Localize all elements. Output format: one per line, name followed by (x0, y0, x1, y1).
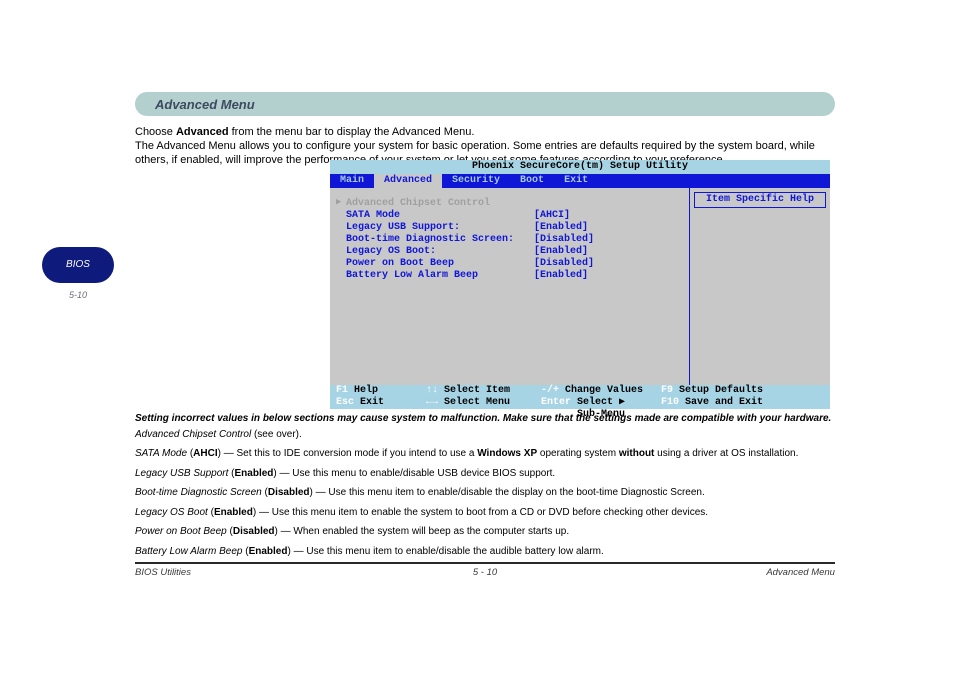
note-line: SATA Mode (AHCI) — Set this to IDE conve… (135, 447, 835, 461)
bios-screenshot: Phoenix SecureCore(tm) Setup Utility Mai… (330, 160, 830, 409)
side-badge: BIOS (42, 247, 114, 283)
section-header: Advanced Menu (155, 97, 255, 112)
bios-option-value: [AHCI] (534, 210, 681, 221)
note-line: Power on Boot Beep (Disabled) — When ena… (135, 525, 835, 539)
bios-footer-key: ↑↓Select Item (420, 385, 535, 397)
bios-options-panel: ▶ Advanced Chipset ControlSATA Mode[AHCI… (330, 188, 690, 385)
bios-footer-key: F10Save and Exit (655, 397, 830, 409)
bios-footer-key: ←→Select Menu (420, 397, 535, 409)
bios-option-row[interactable]: Boot-time Diagnostic Screen:[Disabled] (346, 234, 681, 245)
bios-tab-main[interactable]: Main (330, 174, 374, 188)
bios-option-row[interactable]: Battery Low Alarm Beep[Enabled] (346, 270, 681, 281)
bios-option-value: [Disabled] (534, 234, 681, 245)
bios-tab-exit[interactable]: Exit (554, 174, 598, 188)
bios-option-row[interactable]: Power on Boot Beep[Disabled] (346, 258, 681, 269)
page-footer: BIOS Utilities 5 - 10 Advanced Menu (135, 562, 835, 578)
bios-option-label: Advanced Chipset Control (346, 198, 534, 209)
notes-header: Setting incorrect values in below sectio… (135, 412, 835, 426)
bios-option-value (534, 198, 681, 209)
bios-footer-key: EscExit (330, 397, 420, 409)
bios-option-row[interactable]: Legacy USB Support:[Enabled] (346, 222, 681, 233)
footer-left: BIOS Utilities (135, 567, 368, 578)
notes-block: Setting incorrect values in below sectio… (135, 412, 835, 564)
bios-option-row[interactable]: SATA Mode[AHCI] (346, 210, 681, 221)
side-page-number: 5-10 (42, 290, 114, 300)
bios-tab-advanced[interactable]: Advanced (374, 174, 442, 188)
bios-menu-bar: MainAdvancedSecurityBootExit (330, 174, 830, 188)
note-line: Boot-time Diagnostic Screen (Disabled) —… (135, 486, 835, 500)
triangle-right-icon: ▶ (336, 198, 341, 208)
bios-option-row[interactable]: Legacy OS Boot:[Enabled] (346, 246, 681, 257)
note-line: Legacy OS Boot (Enabled) — Use this menu… (135, 506, 835, 520)
bios-option-label: Power on Boot Beep (346, 258, 534, 269)
bios-help-panel: Item Specific Help (690, 188, 830, 385)
note-line: Legacy USB Support (Enabled) — Use this … (135, 467, 835, 481)
bios-option-label: SATA Mode (346, 210, 534, 221)
bios-title: Phoenix SecureCore(tm) Setup Utility (330, 160, 830, 174)
bios-option-label: Legacy OS Boot: (346, 246, 534, 257)
bios-footer: F1Help↑↓Select Item-/+Change ValuesF9Set… (330, 385, 830, 409)
bios-option-label: Legacy USB Support: (346, 222, 534, 233)
bios-option-label: Battery Low Alarm Beep (346, 270, 534, 281)
bios-option-value: [Enabled] (534, 270, 681, 281)
bios-option-value: [Enabled] (534, 222, 681, 233)
help-title: Item Specific Help (694, 192, 826, 208)
bios-tab-boot[interactable]: Boot (510, 174, 554, 188)
bios-footer-key: F1Help (330, 385, 420, 397)
bios-footer-key: EnterSelect ▶ Sub-Menu (535, 397, 655, 409)
bios-body: ▶ Advanced Chipset ControlSATA Mode[AHCI… (330, 188, 830, 385)
bios-tab-security[interactable]: Security (442, 174, 510, 188)
bios-option-label: Boot-time Diagnostic Screen: (346, 234, 534, 245)
bios-option-value: [Disabled] (534, 258, 681, 269)
bios-footer-key: -/+Change Values (535, 385, 655, 397)
note-line: Advanced Chipset Control (see over). (135, 428, 835, 442)
note-line: Battery Low Alarm Beep (Enabled) — Use t… (135, 545, 835, 559)
bios-footer-key: F9Setup Defaults (655, 385, 830, 397)
bios-option-value: [Enabled] (534, 246, 681, 257)
bios-option-row[interactable]: Advanced Chipset Control (346, 198, 681, 209)
footer-center: 5 - 10 (368, 567, 601, 578)
document-page: Advanced Menu Choose Advanced from the m… (0, 0, 954, 673)
footer-right: Advanced Menu (602, 567, 835, 578)
